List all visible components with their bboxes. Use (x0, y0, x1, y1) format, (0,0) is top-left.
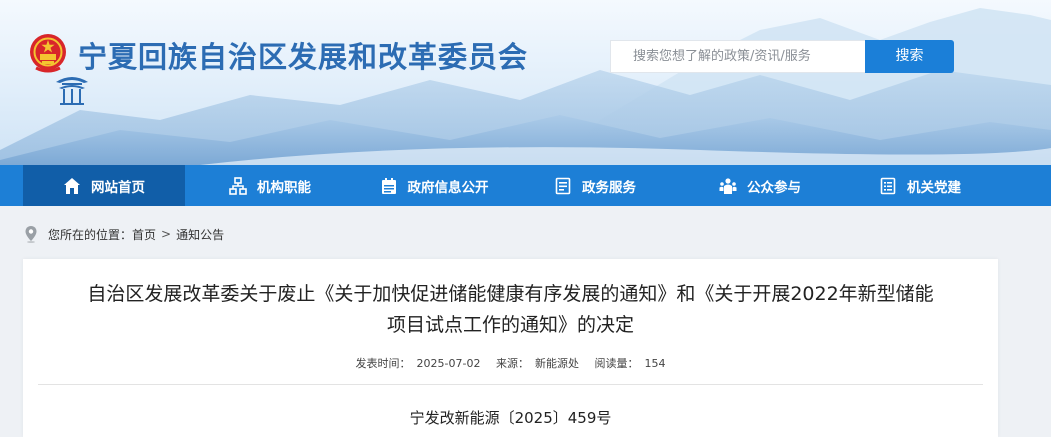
views-label: 阅读量： (594, 357, 639, 370)
pavilion-icon (56, 77, 88, 105)
site-title[interactable]: 宁夏回族自治区发展和改革委员会 (78, 34, 528, 76)
views-count: 154 (644, 357, 666, 370)
nav-item-party-building[interactable]: 机关党建 (855, 165, 985, 206)
breadcrumb-home-link[interactable]: 首页 (132, 226, 156, 243)
people-icon (719, 177, 737, 194)
nav-item-label: 机关党建 (907, 179, 961, 196)
breadcrumb: 您所在的位置： 首页 > 通知公告 (24, 224, 224, 244)
search-button[interactable]: 搜索 (865, 40, 954, 73)
main-nav: 网站首页 机构职能 政府信息公开 政务服务 公众参与 机关党建 (0, 165, 1051, 206)
nav-item-label: 公众参与 (747, 179, 801, 196)
document-number: 宁发改新能源〔2025〕459号 (409, 409, 612, 427)
publish-date: 2025-07-02 (416, 357, 481, 370)
landscape-banner (0, 8, 1051, 165)
source-label: 来源： (495, 357, 529, 370)
calendar-list-icon (381, 177, 396, 194)
document-list-icon (880, 177, 896, 194)
site-header: 宁夏回族自治区发展和改革委员会 搜索您想了解的政策/资讯/服务 搜索 (0, 0, 1051, 165)
source-value: 新能源处 (534, 357, 579, 370)
search-input[interactable]: 搜索您想了解的政策/资讯/服务 (610, 40, 865, 73)
breadcrumb-prefix: 您所在的位置： (48, 227, 133, 242)
nav-item-services[interactable]: 政务服务 (530, 165, 660, 206)
org-chart-icon (229, 176, 247, 195)
nav-item-label: 政务服务 (582, 179, 636, 196)
breadcrumb-separator: > (161, 227, 172, 241)
article-title: 自治区发展改革委关于废止《关于加快促进储能健康有序发展的通知》和《关于开展202… (23, 279, 998, 341)
nav-item-label: 机构职能 (257, 179, 311, 196)
nav-item-info-disclosure[interactable]: 政府信息公开 (355, 165, 513, 206)
article-title-line1: 自治区发展改革委关于废止《关于加快促进储能健康有序发展的通知》和《关于开展202… (87, 283, 934, 305)
document-icon (555, 177, 571, 194)
publish-label: 发表时间： (355, 357, 411, 370)
national-emblem-icon (30, 34, 66, 73)
location-pin-icon (25, 226, 37, 243)
nav-item-institution[interactable]: 机构职能 (200, 165, 340, 206)
home-icon (64, 177, 80, 194)
nav-item-public-participation[interactable]: 公众参与 (695, 165, 825, 206)
article-meta: 发表时间： 2025-07-02 来源： 新能源处 阅读量： 154 (23, 355, 998, 371)
nav-item-label: 网站首页 (91, 179, 145, 196)
nav-item-home[interactable]: 网站首页 (23, 165, 185, 206)
divider (38, 384, 983, 385)
breadcrumb-notices-link[interactable]: 通知公告 (176, 226, 224, 243)
article-card: 自治区发展改革委关于废止《关于加快促进储能健康有序发展的通知》和《关于开展202… (23, 259, 998, 437)
article-title-line2: 项目试点工作的通知》的决定 (386, 314, 634, 336)
nav-item-label: 政府信息公开 (407, 179, 489, 196)
